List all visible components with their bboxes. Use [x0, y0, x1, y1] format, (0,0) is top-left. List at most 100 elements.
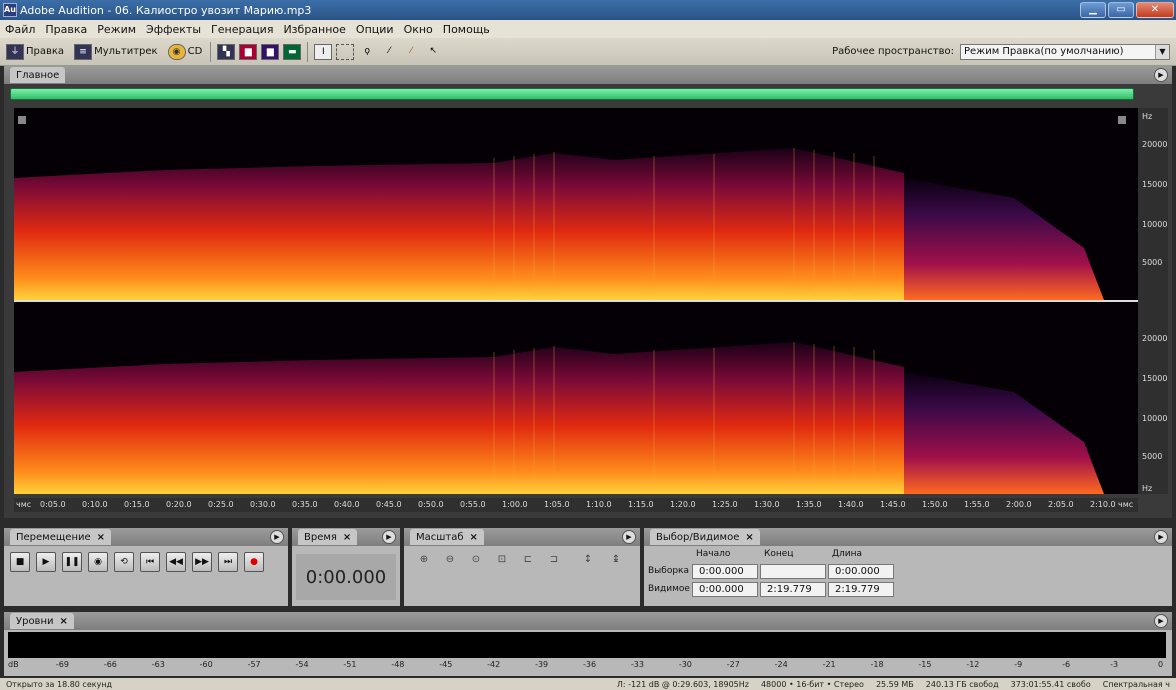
menu-effects[interactable]: Эффекты	[141, 23, 206, 36]
tab-time-label: Время	[304, 531, 337, 543]
close-icon[interactable]: ×	[97, 532, 105, 543]
zoom-in-vertical-icon[interactable]: ↕	[580, 554, 596, 570]
spectral-display[interactable]	[14, 108, 1138, 494]
brush-tool-icon[interactable]: ⁄	[380, 44, 398, 60]
close-icon[interactable]: ×	[343, 532, 351, 543]
menu-generate[interactable]: Генерация	[206, 23, 278, 36]
menu-options[interactable]: Опции	[351, 23, 399, 36]
edit-mode-label: Правка	[26, 46, 65, 57]
rewind-button[interactable]: ◀◀	[166, 552, 186, 572]
panel-menu-icon[interactable]: ▶	[1154, 68, 1168, 82]
time-tick: 0:05.0	[40, 500, 66, 509]
panel-menu-icon[interactable]: ▶	[1154, 530, 1168, 544]
time-tick: 1:50.0	[922, 500, 948, 509]
level-tick: -63	[151, 660, 165, 669]
menu-help[interactable]: Помощь	[438, 23, 495, 36]
time-tick: 1:55.0	[964, 500, 990, 509]
play-button[interactable]: ▶	[36, 552, 56, 572]
level-tick: -30	[678, 660, 692, 669]
spot-healing-tool-icon[interactable]: ⁄	[402, 44, 420, 60]
tab-levels[interactable]: Уровни ×	[10, 613, 74, 629]
time-tick: 0:20.0	[166, 500, 192, 509]
level-tick: -24	[774, 660, 788, 669]
time-tick: 1:10.0	[586, 500, 612, 509]
go-to-start-button[interactable]: ⏮	[140, 552, 160, 572]
time-tick: 0:15.0	[124, 500, 150, 509]
phase-view-icon[interactable]: ▬	[283, 43, 302, 60]
toolbar-divider	[210, 41, 212, 62]
tab-selection[interactable]: Выбор/Видимое ×	[650, 529, 760, 545]
tab-time[interactable]: Время ×	[298, 529, 358, 545]
expand-icon[interactable]	[1118, 116, 1126, 124]
overview-scrollbar[interactable]	[10, 88, 1134, 100]
time-tick: 2:10.0	[1090, 500, 1116, 509]
menu-favorites[interactable]: Избранное	[278, 23, 350, 36]
marquee-tool-icon[interactable]	[336, 43, 355, 60]
level-tick: -45	[439, 660, 453, 669]
multitrack-mode-button[interactable]: ≡ Мультитрек	[72, 43, 158, 60]
menu-bar: Файл Правка Режим Эффекты Генерация Избр…	[0, 20, 1176, 38]
view-length-field[interactable]: 2:19.779	[828, 582, 894, 597]
zoom-in-icon[interactable]: ⊕	[416, 554, 432, 570]
panel-menu-icon[interactable]: ▶	[622, 530, 636, 544]
time-selection-tool-icon[interactable]: I	[314, 43, 333, 60]
menu-window[interactable]: Окно	[399, 23, 438, 36]
zoom-out-icon[interactable]: ⊖	[442, 554, 458, 570]
pause-button[interactable]: ❚❚	[62, 552, 82, 572]
freq-tick: 5000	[1142, 452, 1163, 461]
edit-mode-button[interactable]: ⏚ Правка	[4, 43, 65, 60]
lasso-tool-icon[interactable]: ϙ	[358, 44, 376, 60]
level-tick: -48	[391, 660, 405, 669]
maximize-button[interactable]: ▭	[1108, 2, 1134, 18]
panel-menu-icon[interactable]: ▶	[270, 530, 284, 544]
stop-button[interactable]: ■	[10, 552, 30, 572]
chevron-down-icon: ▼	[1155, 44, 1169, 59]
cd-mode-button[interactable]: ◉ CD	[166, 43, 202, 60]
panel-menu-icon[interactable]: ▶	[1154, 614, 1168, 628]
view-end-field[interactable]: 2:19.779	[760, 582, 826, 597]
status-free-space: 240.13 ГБ свобод	[925, 679, 999, 689]
loop-button[interactable]: ⟲	[114, 552, 134, 572]
freq-tick: 10000	[1142, 414, 1168, 423]
expand-icon[interactable]	[18, 116, 26, 124]
selection-start-field[interactable]: 0:00.000	[692, 564, 758, 579]
tab-zoom[interactable]: Масштаб ×	[410, 529, 484, 545]
time-axis: чмс 0:05.0 0:10.0 0:15.0 0:20.0 0:25.0 0…	[14, 498, 1138, 512]
scrub-tool-icon[interactable]: ↖	[424, 44, 442, 60]
zoom-full-icon[interactable]: ⊙	[468, 554, 484, 570]
tab-main[interactable]: Главное	[10, 67, 66, 83]
play-from-cursor-button[interactable]: ◉	[88, 552, 108, 572]
tab-transport[interactable]: Перемещение ×	[10, 529, 112, 545]
freq-tick: 15000	[1142, 374, 1168, 383]
zoom-right-icon[interactable]: ⊐	[546, 554, 562, 570]
view-start-field[interactable]: 0:00.000	[692, 582, 758, 597]
record-button[interactable]: ●	[244, 552, 264, 572]
level-tick: -69	[55, 660, 69, 669]
menu-edit[interactable]: Правка	[40, 23, 92, 36]
selection-end-field[interactable]	[760, 564, 826, 579]
close-button[interactable]: ✕	[1136, 2, 1174, 18]
time-tick: 1:05.0	[544, 500, 570, 509]
menu-mode[interactable]: Режим	[92, 23, 141, 36]
pan-view-icon[interactable]: ▆	[261, 43, 280, 60]
panel-menu-icon[interactable]: ▶	[382, 530, 396, 544]
close-icon[interactable]: ×	[60, 616, 68, 627]
close-icon[interactable]: ×	[745, 532, 753, 543]
go-to-end-button[interactable]: ⏭	[218, 552, 238, 572]
freq-tick: 15000	[1142, 180, 1168, 189]
title-bar: Au Adobe Audition - 06. Калиостро увозит…	[0, 0, 1176, 20]
menu-file[interactable]: Файл	[0, 23, 40, 36]
zoom-out-vertical-icon[interactable]: ↨	[608, 554, 624, 570]
zoom-selection-icon[interactable]: ⊡	[494, 554, 510, 570]
level-tick: -66	[103, 660, 117, 669]
close-icon[interactable]: ×	[470, 532, 478, 543]
multitrack-mode-label: Мультитрек	[94, 46, 158, 57]
minimize-button[interactable]: ▁	[1080, 2, 1106, 18]
row-selection-label: Выборка	[648, 566, 690, 576]
waveform-view-icon[interactable]: ▚	[217, 43, 236, 60]
fast-forward-button[interactable]: ▶▶	[192, 552, 212, 572]
spectral-view-icon[interactable]: ▆	[239, 43, 258, 60]
selection-length-field[interactable]: 0:00.000	[828, 564, 894, 579]
zoom-left-icon[interactable]: ⊏	[520, 554, 536, 570]
workspace-dropdown[interactable]: Режим Правка(по умолчанию) ▼	[960, 43, 1170, 60]
